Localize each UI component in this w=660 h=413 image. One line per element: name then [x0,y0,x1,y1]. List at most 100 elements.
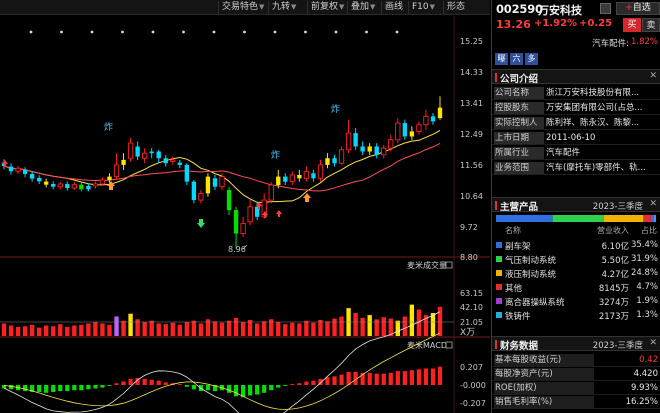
volume-bar [149,320,154,336]
macd-bar [156,380,161,385]
candle [127,142,134,159]
candle [388,139,394,149]
candle [205,176,211,194]
company-section-header[interactable]: 公司介绍 ✕ [492,69,660,85]
candle [360,146,365,152]
candle [276,176,281,185]
candle [338,149,345,164]
tag-badge[interactable]: 曝 [495,53,508,65]
candle [311,173,316,179]
volume-bar [177,324,182,336]
company-row: 实际控制人 陈利祥、陈永汉、陈黎... [492,116,660,130]
close-icon[interactable]: ✕ [649,199,657,209]
macd-bar [290,384,295,385]
close-icon[interactable]: ✕ [649,71,657,81]
macd-bar [177,384,182,385]
macd-tick: 0.207 [460,363,483,372]
tag-badge[interactable]: 多 [525,53,538,65]
macd-histogram [1,366,443,398]
finance-row: ROE(加权) 9.93% [492,382,660,395]
finance-section-header[interactable]: 财务数据 2023-三季度 ✕ [492,336,660,352]
candle [325,158,330,165]
kline-chart-area[interactable]: 15.25 14.33 13.41 12.49 11.56 10.64 9.72… [0,16,490,413]
price-tick: 13.41 [460,99,483,108]
volume-bar [311,322,316,336]
grid-icon[interactable] [600,3,611,14]
volume-bar [318,319,323,336]
period-selector[interactable]: 2023-三季度 [593,200,643,212]
volume-bar [184,322,190,336]
volume-bar [107,324,112,336]
volume-bar [93,322,98,336]
stock-code: 002590 [496,2,543,16]
candle [409,131,415,137]
buy-button[interactable]: 买 [623,18,641,32]
macd-bar [374,373,379,385]
toolbar-draw-button[interactable]: 画线 [381,1,406,14]
price-tick: 8.80 [460,253,478,262]
candle [65,183,70,189]
kline-chart[interactable]: 15.25 14.33 13.41 12.49 11.56 10.64 9.72… [0,16,490,413]
toolbar-f10-button[interactable]: F10▼ [408,1,438,14]
chart-toolbar: 交易特色▼ 九转▼ 前复权▼ 叠加▼ 画线 F10▼ 形态 [0,0,490,15]
sell-arrow-icon [197,219,205,228]
product-share-segment [496,215,553,222]
up-arrow-icon [276,210,282,217]
tag-badge[interactable]: 六 [510,53,523,65]
add-favorite-button[interactable]: +自选 [616,2,660,15]
candle [353,133,358,147]
macd-bar [184,385,189,387]
volume-bar [22,326,28,336]
product-share-bar [496,215,656,222]
macd-bar [22,385,28,392]
candle [51,183,56,187]
chevron-down-icon: ▼ [370,3,376,11]
product-share-segment [552,215,604,222]
volume-bar [114,316,119,336]
candle [289,174,295,183]
finance-row: 销售毛利率(%) 16.25% [492,396,660,409]
signal-dot [395,30,399,34]
volume-bar [212,321,218,336]
volume-bar [325,321,330,336]
company-row: 业务范围 汽车(摩托车)零部件、轨... [492,161,660,175]
macd-bar [255,385,260,395]
chevron-down-icon: ▼ [339,3,345,11]
toolbar-trade-feature-button[interactable]: 交易特色▼ [218,1,267,14]
finance-row: 基本每股收益(元) 0.42 [492,354,660,367]
candle [15,167,21,172]
sell-button[interactable]: 卖 [642,18,660,32]
volume-bar [100,323,105,336]
last-price: 13.26 [496,18,531,31]
toolbar-adjust-button[interactable]: 前复权▼ [307,1,347,14]
macd-bar [304,381,309,385]
company-row: 所属行业 汽车配件 [492,146,660,160]
signal-zha-label: 炸 [331,103,340,115]
volume-bar [8,325,14,336]
toolbar-pattern-button[interactable]: 形态 [443,1,468,14]
price-tick: 9.72 [460,223,478,232]
toolbar-overlay-button[interactable]: 叠加▼ [347,1,378,14]
buy-arrow-icon [303,193,311,202]
product-row: 铁铸件 2173万 1.3% [492,309,660,322]
volume-bar [395,320,400,336]
volume-panel-title: 麦米成交量 [407,260,447,270]
product-row: 液压制动系统 4.27亿 24.8% [492,267,660,280]
candle [219,176,225,188]
toolbar-jiuzhuan-button[interactable]: 九转▼ [268,1,299,14]
sector-row[interactable]: 汽车配件: 1.82% [492,35,660,49]
close-icon[interactable]: ✕ [649,338,657,348]
chevron-down-icon: ▼ [291,3,297,11]
macd-bar [37,385,42,392]
signal-dot [29,30,33,34]
macd-bar [121,381,126,385]
product-share-segment [650,215,654,222]
signal-dot [365,30,368,34]
macd-bar [163,382,168,385]
macd-bar [276,385,281,388]
period-selector[interactable]: 2023-三季度 [593,339,643,351]
macd-bar [409,370,414,385]
candle [226,190,232,211]
products-section-header[interactable]: 主营产品 2023-三季度 ✕ [492,197,660,213]
candle [79,184,84,190]
